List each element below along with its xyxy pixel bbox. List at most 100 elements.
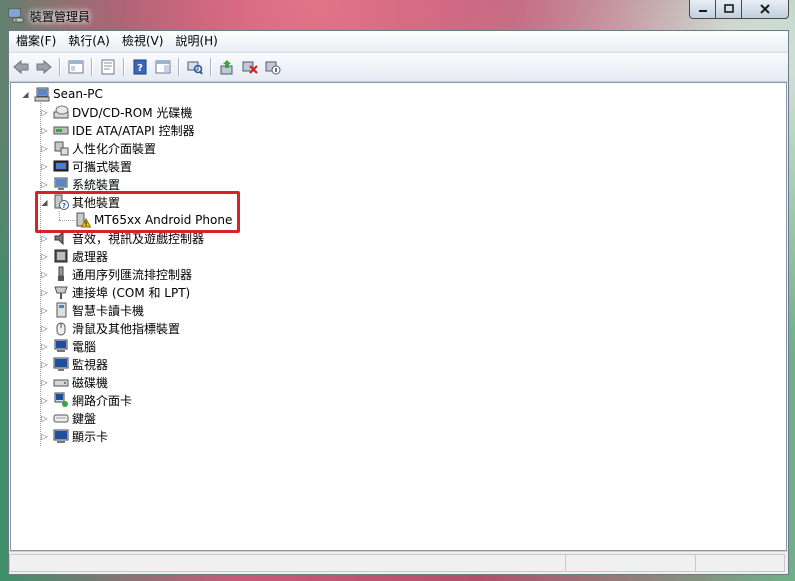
expand-arrow-icon[interactable]: ▷ (40, 144, 49, 153)
expand-arrow-icon[interactable]: ▷ (40, 252, 49, 261)
show-hide-tree-button[interactable] (65, 56, 87, 78)
tree-item-label: 電腦 (72, 339, 97, 354)
action-pane-button[interactable] (152, 56, 174, 78)
status-bar (9, 551, 788, 574)
tree-item[interactable]: ▷ 顯示卡 (40, 427, 108, 445)
toolbar-separator (178, 58, 179, 76)
tree-item[interactable]: ▷ 連接埠 (COM 和 LPT) (40, 283, 190, 301)
computer-icon (34, 86, 50, 102)
disk-icon (53, 374, 69, 390)
tree-item[interactable]: ▷ 可攜式裝置 (40, 157, 132, 175)
toolbar-separator (123, 58, 124, 76)
usb-icon (53, 266, 69, 282)
tree-item-label: 連接埠 (COM 和 LPT) (72, 285, 191, 300)
expand-arrow-icon[interactable]: ▷ (40, 270, 49, 279)
expand-arrow-icon[interactable]: ▷ (40, 342, 49, 351)
disable-button[interactable] (262, 56, 284, 78)
menu-help[interactable]: 說明(H) (170, 31, 222, 52)
processor-icon (53, 248, 69, 264)
expand-arrow-icon[interactable]: ▷ (40, 162, 49, 171)
tree-item-label: 鍵盤 (72, 411, 97, 426)
collapse-arrow-icon[interactable]: ◢ (21, 90, 30, 99)
expand-arrow-icon[interactable]: ▷ (40, 108, 49, 117)
scan-hardware-icon (187, 61, 203, 75)
client-area: 檔案(F) 執行(A) 檢視(V) 說明(H) ? ◢ Sean-PC ▷ DV… (8, 30, 789, 575)
device-tree[interactable]: ◢ Sean-PC ▷ DVD/CD-ROM 光碟機 ▷ IDE ATA/ATA… (10, 82, 787, 551)
tree-item-label: 人性化介面裝置 (72, 141, 157, 156)
expand-arrow-icon[interactable]: ▷ (40, 234, 49, 243)
update-driver-button[interactable] (216, 56, 238, 78)
monitor-icon (53, 356, 69, 372)
expand-arrow-icon[interactable]: ▷ (40, 378, 49, 387)
ide-controller-icon (53, 122, 69, 138)
back-icon (13, 59, 29, 75)
expand-arrow-icon[interactable]: ▷ (40, 432, 49, 441)
tree-item-label: 網路介面卡 (72, 393, 133, 408)
help-icon: ? (133, 59, 147, 75)
expand-arrow-icon[interactable]: ▷ (40, 414, 49, 423)
tree-item[interactable]: ▷ IDE ATA/ATAPI 控制器 (40, 121, 195, 139)
tree-item[interactable]: ▷ 電腦 (40, 337, 96, 355)
properties-button[interactable] (97, 56, 119, 78)
tree-item[interactable]: ▷ 人性化介面裝置 (40, 139, 156, 157)
tree-item[interactable]: ▷ 網路介面卡 (40, 391, 132, 409)
disable-icon (265, 61, 281, 75)
root-label: Sean-PC (53, 87, 103, 101)
tree-item[interactable]: ▷ 滑鼠及其他指標裝置 (40, 319, 180, 337)
cdrom-icon (53, 104, 69, 120)
action-pane-icon (155, 60, 171, 74)
uninstall-button[interactable] (239, 56, 261, 78)
status-pane (565, 554, 695, 572)
tree-item-label: 滑鼠及其他指標裝置 (72, 321, 181, 336)
menu-bar: 檔案(F) 執行(A) 檢視(V) 說明(H) (9, 31, 788, 53)
window-title: 裝置管理員 (30, 10, 91, 24)
title-bar[interactable]: 裝置管理員 (0, 0, 795, 30)
scan-hardware-button[interactable] (184, 56, 206, 78)
mouse-icon (53, 320, 69, 336)
menu-action[interactable]: 執行(A) (63, 31, 115, 52)
computer-icon (53, 338, 69, 354)
close-button[interactable] (742, 0, 789, 19)
tree-item[interactable]: ▷ 磁碟機 (40, 373, 108, 391)
expand-arrow-icon[interactable]: ▷ (40, 396, 49, 405)
toolbar-separator (210, 58, 211, 76)
tree-item[interactable]: ▷ DVD/CD-ROM 光碟機 (40, 103, 192, 121)
smartcard-icon (53, 302, 69, 318)
tree-item[interactable]: ▷ 鍵盤 (40, 409, 96, 427)
tree-item[interactable]: ▷ 通用序列匯流排控制器 (40, 265, 192, 283)
minimize-button[interactable] (689, 0, 716, 19)
tree-item-label: IDE ATA/ATAPI 控制器 (72, 123, 195, 138)
menu-view[interactable]: 檢視(V) (117, 31, 169, 52)
expand-arrow-icon[interactable]: ▷ (40, 324, 49, 333)
status-pane (9, 554, 565, 572)
status-pane (695, 554, 785, 572)
tree-item-label: 顯示卡 (72, 429, 109, 444)
update-driver-icon (220, 60, 233, 75)
display-adapter-icon (53, 428, 69, 444)
expand-arrow-icon[interactable]: ▷ (40, 180, 49, 189)
expand-arrow-icon[interactable]: ▷ (40, 306, 49, 315)
hid-icon (53, 140, 69, 156)
tree-root[interactable]: ◢ Sean-PC (21, 85, 103, 103)
expand-arrow-icon[interactable]: ▷ (40, 126, 49, 135)
expand-arrow-icon[interactable]: ▷ (40, 288, 49, 297)
maximize-button[interactable] (716, 0, 742, 19)
caption-buttons (689, 0, 789, 20)
tree-item[interactable]: ▷ 處理器 (40, 247, 108, 265)
uninstall-icon (242, 61, 258, 74)
svg-text:?: ? (137, 63, 143, 74)
system-device-icon (53, 176, 69, 192)
tree-item-label: 磁碟機 (72, 375, 109, 390)
tree-item-label: 通用序列匯流排控制器 (72, 267, 193, 282)
device-manager-icon (8, 7, 24, 23)
tree-item[interactable]: ▷ 智慧卡讀卡機 (40, 301, 144, 319)
back-button[interactable] (10, 56, 32, 78)
tree-item[interactable]: ▷ 監視器 (40, 355, 108, 373)
forward-icon (36, 59, 52, 75)
expand-arrow-icon[interactable]: ▷ (40, 360, 49, 369)
menu-file[interactable]: 檔案(F) (11, 31, 61, 52)
forward-button[interactable] (33, 56, 55, 78)
properties-icon (101, 59, 115, 75)
help-button[interactable]: ? (129, 56, 151, 78)
annotation-highlight-box (35, 191, 240, 233)
